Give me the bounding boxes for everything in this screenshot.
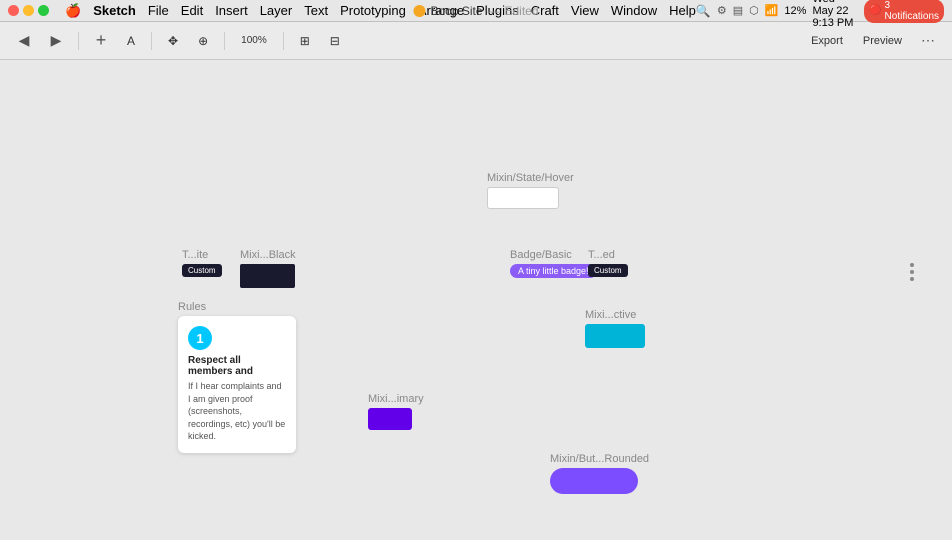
mixin-state-hover-component: Mixin/State/Hover	[487, 172, 574, 209]
menu-view[interactable]: View	[571, 3, 599, 18]
mixin-rounded-btn[interactable]	[550, 468, 638, 494]
toolbar-separator-1	[78, 32, 79, 50]
toolbar-back-btn[interactable]: ◀	[10, 28, 38, 54]
rules-label: Rules	[178, 301, 206, 313]
toolbar-zoom-btn[interactable]: ⊕	[190, 28, 216, 54]
toolbar-pan-btn[interactable]: ✥	[160, 28, 186, 54]
menu-help[interactable]: Help	[669, 3, 696, 18]
mixin-black-wrapper: Mixi...Black	[240, 249, 296, 288]
title-separator: —	[488, 4, 500, 18]
mixin-rounded-label: Mixin/But...Rounded	[550, 453, 649, 465]
notifications-badge[interactable]: 🔴 3 Notifications	[864, 0, 944, 23]
insert-btn[interactable]: +	[87, 28, 115, 54]
menubar-center: Boop Site — Edited	[413, 4, 538, 18]
t-ed-badge[interactable]: Custom	[588, 264, 628, 277]
apple-logo: 🍎	[65, 3, 81, 19]
t-ed-label: T...ed	[588, 249, 615, 261]
rules-number: 1	[188, 326, 212, 350]
menubar: 🍎 Sketch File Edit Insert Layer Text Pro…	[0, 0, 952, 22]
mixin-primary-rect[interactable]	[368, 408, 412, 430]
menu-edit[interactable]: Edit	[181, 3, 203, 18]
toolbar-ruler-btn[interactable]: ⊟	[322, 28, 348, 54]
toolbar-preview-btn[interactable]: Preview	[855, 28, 910, 54]
icon-2: ▤	[733, 4, 743, 17]
mixin-active-rect[interactable]	[585, 324, 645, 348]
toolbar-text-btn[interactable]: A	[119, 28, 143, 54]
app-name[interactable]: Sketch	[93, 3, 136, 18]
menu-insert[interactable]: Insert	[215, 3, 248, 18]
clock: Wed May 22 9:13 PM	[812, 0, 858, 29]
rules-body: If I hear complaints and I am given proo…	[188, 380, 286, 443]
mixin-black-rect[interactable]	[240, 264, 295, 288]
toolbar-separator-4	[283, 32, 284, 50]
mixin-primary-wrapper: Mixi...imary	[368, 393, 424, 430]
menu-layer[interactable]: Layer	[260, 3, 293, 18]
mixin-black-label: Mixi...Black	[240, 249, 296, 261]
dot-1	[910, 263, 914, 267]
canvas[interactable]: Mixin/State/Hover T...ite Custom Mixi...…	[0, 60, 952, 540]
menu-text[interactable]: Text	[304, 3, 328, 18]
menubar-right: 🔍 ⚙ ▤ ⬡ 📶 12% Wed May 22 9:13 PM 🔴 3 Not…	[696, 0, 944, 29]
boop-icon	[413, 5, 425, 17]
mixin-active-wrapper: Mixi...ctive	[585, 309, 645, 348]
doc-status: Edited	[505, 4, 539, 18]
menu-prototyping[interactable]: Prototyping	[340, 3, 406, 18]
battery-level: 12%	[784, 5, 806, 17]
badge-basic-label: Badge/Basic	[510, 249, 572, 261]
toolbar-forward-btn[interactable]: ▶	[42, 28, 70, 54]
badge-basic-element[interactable]: A tiny little badge!	[510, 264, 597, 278]
mixin-active-label: Mixi...ctive	[585, 309, 636, 321]
title-badge[interactable]: Custom	[182, 264, 222, 277]
rules-card[interactable]: 1 Respect all members and If I hear comp…	[178, 316, 296, 453]
toolbar-separator-2	[151, 32, 152, 50]
dot-3	[910, 277, 914, 281]
icon-3: ⬡	[749, 4, 759, 17]
toolbar-more-btn[interactable]: ⋯	[914, 28, 942, 54]
rules-title: Respect all members and	[188, 355, 286, 377]
icon-1: ⚙	[717, 4, 727, 17]
toolbar-export-btn[interactable]: Export	[803, 28, 851, 54]
search-icon[interactable]: 🔍	[696, 4, 711, 18]
mixin-primary-label: Mixi...imary	[368, 393, 424, 405]
t-ed-wrapper: T...ed Custom	[588, 249, 628, 277]
title-component-wrapper: T...ite Custom	[182, 249, 222, 277]
toolbar-grid-btn[interactable]: ⊞	[292, 28, 318, 54]
icon-wifi: 📶	[765, 4, 779, 17]
toolbar-separator-3	[224, 32, 225, 50]
three-dot-menu[interactable]	[902, 262, 922, 282]
doc-title: Boop Site	[430, 4, 482, 18]
mixin-state-hover-label: Mixin/State/Hover	[487, 172, 574, 184]
menu-window[interactable]: Window	[611, 3, 657, 18]
mixin-rounded-wrapper: Mixin/But...Rounded	[550, 453, 649, 494]
menu-file[interactable]: File	[148, 3, 169, 18]
dot-2	[910, 270, 914, 274]
badge-basic-wrapper: Badge/Basic A tiny little badge!	[510, 249, 597, 278]
rules-wrapper: Rules 1 Respect all members and If I hea…	[178, 301, 296, 453]
menubar-left: 🍎 Sketch File Edit Insert Layer Text Pro…	[8, 3, 696, 19]
title-label: T...ite	[182, 249, 208, 261]
hover-box[interactable]	[487, 187, 559, 209]
toolbar-scale-btn[interactable]: 100%	[233, 28, 275, 54]
